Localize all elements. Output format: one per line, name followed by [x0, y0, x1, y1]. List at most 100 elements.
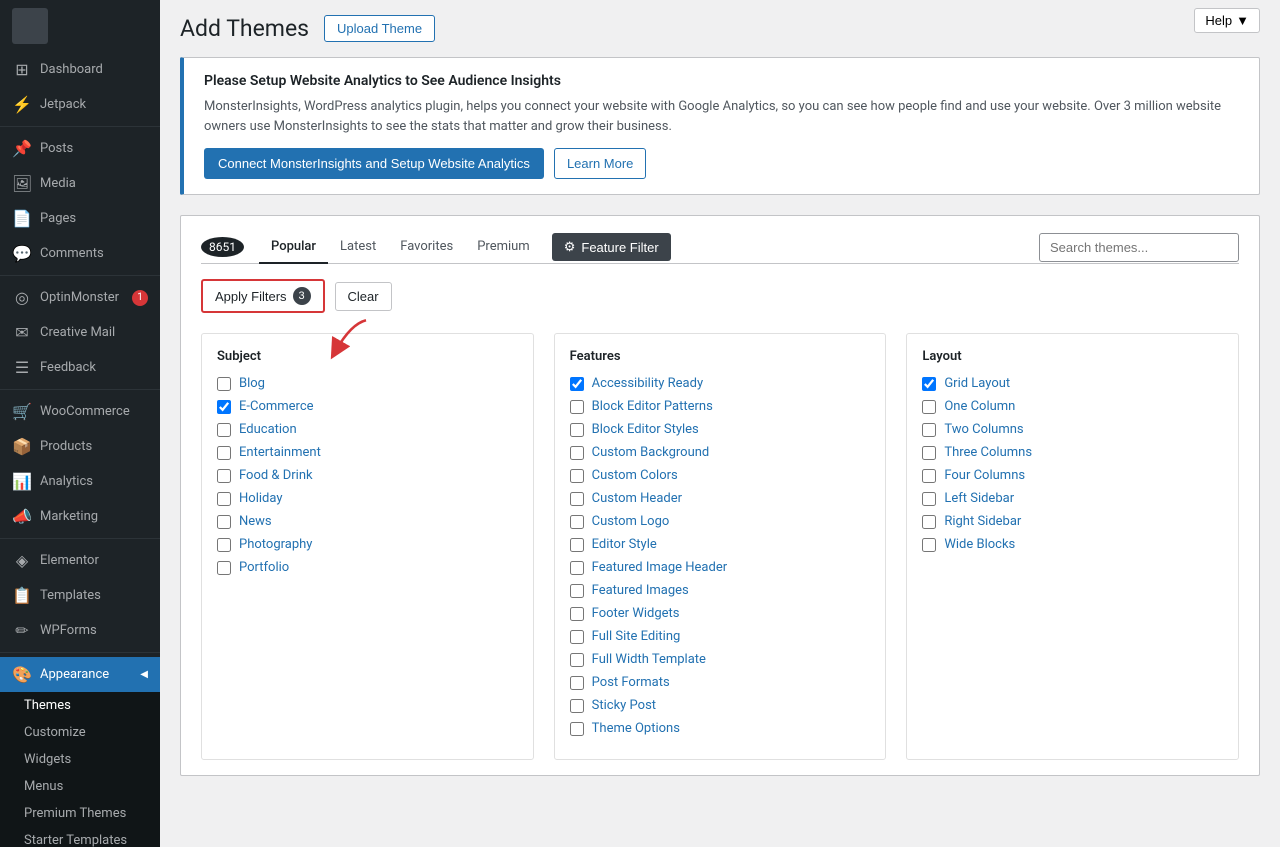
help-button[interactable]: Help ▼: [1194, 8, 1260, 33]
custom-logo-label[interactable]: Custom Logo: [592, 514, 670, 529]
full-site-editing-checkbox[interactable]: [570, 630, 584, 644]
block-editor-styles-checkbox[interactable]: [570, 423, 584, 437]
post-formats-label[interactable]: Post Formats: [592, 675, 670, 690]
sidebar-item-media[interactable]: 🖼 Media: [0, 166, 160, 201]
custom-background-checkbox[interactable]: [570, 446, 584, 460]
three-columns-label[interactable]: Three Columns: [944, 445, 1032, 460]
block-editor-patterns-checkbox[interactable]: [570, 400, 584, 414]
four-columns-label[interactable]: Four Columns: [944, 468, 1025, 483]
sticky-post-label[interactable]: Sticky Post: [592, 698, 656, 713]
full-width-template-checkbox[interactable]: [570, 653, 584, 667]
four-columns-checkbox[interactable]: [922, 469, 936, 483]
custom-header-label[interactable]: Custom Header: [592, 491, 682, 506]
full-width-template-label[interactable]: Full Width Template: [592, 652, 706, 667]
right-sidebar-checkbox[interactable]: [922, 515, 936, 529]
custom-logo-checkbox[interactable]: [570, 515, 584, 529]
sidebar-item-pages[interactable]: 📄 Pages: [0, 201, 160, 236]
two-columns-label[interactable]: Two Columns: [944, 422, 1023, 437]
grid-layout-label[interactable]: Grid Layout: [944, 376, 1010, 391]
blog-label[interactable]: Blog: [239, 376, 265, 391]
entertainment-label[interactable]: Entertainment: [239, 445, 321, 460]
entertainment-checkbox[interactable]: [217, 446, 231, 460]
learn-more-button[interactable]: Learn More: [554, 148, 646, 179]
sidebar-item-dashboard[interactable]: ⊞ Dashboard: [0, 52, 160, 87]
theme-options-label[interactable]: Theme Options: [592, 721, 680, 736]
connect-monsterinsights-button[interactable]: Connect MonsterInsights and Setup Websit…: [204, 148, 544, 179]
right-sidebar-label[interactable]: Right Sidebar: [944, 514, 1021, 529]
accessibility-checkbox[interactable]: [570, 377, 584, 391]
featured-image-header-label[interactable]: Featured Image Header: [592, 560, 727, 575]
sidebar-item-creative-mail[interactable]: ✉ Creative Mail: [0, 315, 160, 350]
one-column-label[interactable]: One Column: [944, 399, 1015, 414]
education-label[interactable]: Education: [239, 422, 297, 437]
sidebar-item-premium-themes[interactable]: Premium Themes: [0, 800, 160, 827]
sidebar-item-analytics[interactable]: 📊 Analytics: [0, 464, 160, 499]
sidebar-item-feedback[interactable]: ☰ Feedback: [0, 350, 160, 385]
custom-colors-label[interactable]: Custom Colors: [592, 468, 678, 483]
sidebar-item-comments[interactable]: 💬 Comments: [0, 236, 160, 271]
search-themes-input[interactable]: [1039, 233, 1239, 262]
clear-filters-button[interactable]: Clear: [335, 282, 392, 311]
editor-style-label[interactable]: Editor Style: [592, 537, 657, 552]
sidebar-item-jetpack[interactable]: ⚡ Jetpack: [0, 87, 160, 122]
featured-image-header-checkbox[interactable]: [570, 561, 584, 575]
one-column-checkbox[interactable]: [922, 400, 936, 414]
grid-layout-checkbox[interactable]: [922, 377, 936, 391]
custom-colors-checkbox[interactable]: [570, 469, 584, 483]
left-sidebar-checkbox[interactable]: [922, 492, 936, 506]
sidebar-item-templates[interactable]: 📋 Templates: [0, 578, 160, 613]
sidebar-item-themes[interactable]: Themes: [0, 692, 160, 719]
left-sidebar-label[interactable]: Left Sidebar: [944, 491, 1014, 506]
sidebar-item-woocommerce[interactable]: 🛒 WooCommerce: [0, 394, 160, 429]
full-site-editing-label[interactable]: Full Site Editing: [592, 629, 681, 644]
ecommerce-label[interactable]: E-Commerce: [239, 399, 314, 414]
featured-images-label[interactable]: Featured Images: [592, 583, 689, 598]
editor-style-checkbox[interactable]: [570, 538, 584, 552]
news-label[interactable]: News: [239, 514, 272, 529]
featured-images-checkbox[interactable]: [570, 584, 584, 598]
sidebar-item-starter-templates[interactable]: Starter Templates: [0, 827, 160, 847]
sidebar-item-elementor[interactable]: ◈ Elementor: [0, 543, 160, 578]
tab-latest[interactable]: Latest: [328, 231, 388, 264]
sidebar-item-posts[interactable]: 📌 Posts: [0, 131, 160, 166]
sidebar-item-optinmonster[interactable]: ◎ OptinMonster 1: [0, 280, 160, 315]
three-columns-checkbox[interactable]: [922, 446, 936, 460]
feature-filter-button[interactable]: ⚙ Feature Filter: [552, 233, 671, 261]
sidebar-item-marketing[interactable]: 📣 Marketing: [0, 499, 160, 534]
footer-widgets-label[interactable]: Footer Widgets: [592, 606, 680, 621]
portfolio-label[interactable]: Portfolio: [239, 560, 289, 575]
ecommerce-checkbox[interactable]: [217, 400, 231, 414]
education-checkbox[interactable]: [217, 423, 231, 437]
block-editor-styles-label[interactable]: Block Editor Styles: [592, 422, 699, 437]
sidebar-item-wpforms[interactable]: ✏ WPForms: [0, 613, 160, 648]
footer-widgets-checkbox[interactable]: [570, 607, 584, 621]
block-editor-patterns-label[interactable]: Block Editor Patterns: [592, 399, 713, 414]
food-drink-checkbox[interactable]: [217, 469, 231, 483]
wide-blocks-label[interactable]: Wide Blocks: [944, 537, 1015, 552]
post-formats-checkbox[interactable]: [570, 676, 584, 690]
holiday-label[interactable]: Holiday: [239, 491, 282, 506]
two-columns-checkbox[interactable]: [922, 423, 936, 437]
apply-filters-button[interactable]: Apply Filters 3: [201, 279, 325, 313]
sidebar-item-customize[interactable]: Customize: [0, 719, 160, 746]
accessibility-label[interactable]: Accessibility Ready: [592, 376, 703, 391]
tab-popular[interactable]: Popular: [259, 231, 328, 264]
photography-checkbox[interactable]: [217, 538, 231, 552]
tab-premium[interactable]: Premium: [465, 231, 542, 264]
portfolio-checkbox[interactable]: [217, 561, 231, 575]
custom-header-checkbox[interactable]: [570, 492, 584, 506]
wide-blocks-checkbox[interactable]: [922, 538, 936, 552]
sidebar-item-widgets[interactable]: Widgets: [0, 746, 160, 773]
tab-favorites[interactable]: Favorites: [388, 231, 465, 264]
sidebar-item-products[interactable]: 📦 Products: [0, 429, 160, 464]
sidebar-item-appearance[interactable]: 🎨 Appearance ◀: [0, 657, 160, 692]
sticky-post-checkbox[interactable]: [570, 699, 584, 713]
sidebar-item-menus[interactable]: Menus: [0, 773, 160, 800]
food-drink-label[interactable]: Food & Drink: [239, 468, 313, 483]
news-checkbox[interactable]: [217, 515, 231, 529]
holiday-checkbox[interactable]: [217, 492, 231, 506]
custom-background-label[interactable]: Custom Background: [592, 445, 710, 460]
photography-label[interactable]: Photography: [239, 537, 312, 552]
theme-options-checkbox[interactable]: [570, 722, 584, 736]
blog-checkbox[interactable]: [217, 377, 231, 391]
